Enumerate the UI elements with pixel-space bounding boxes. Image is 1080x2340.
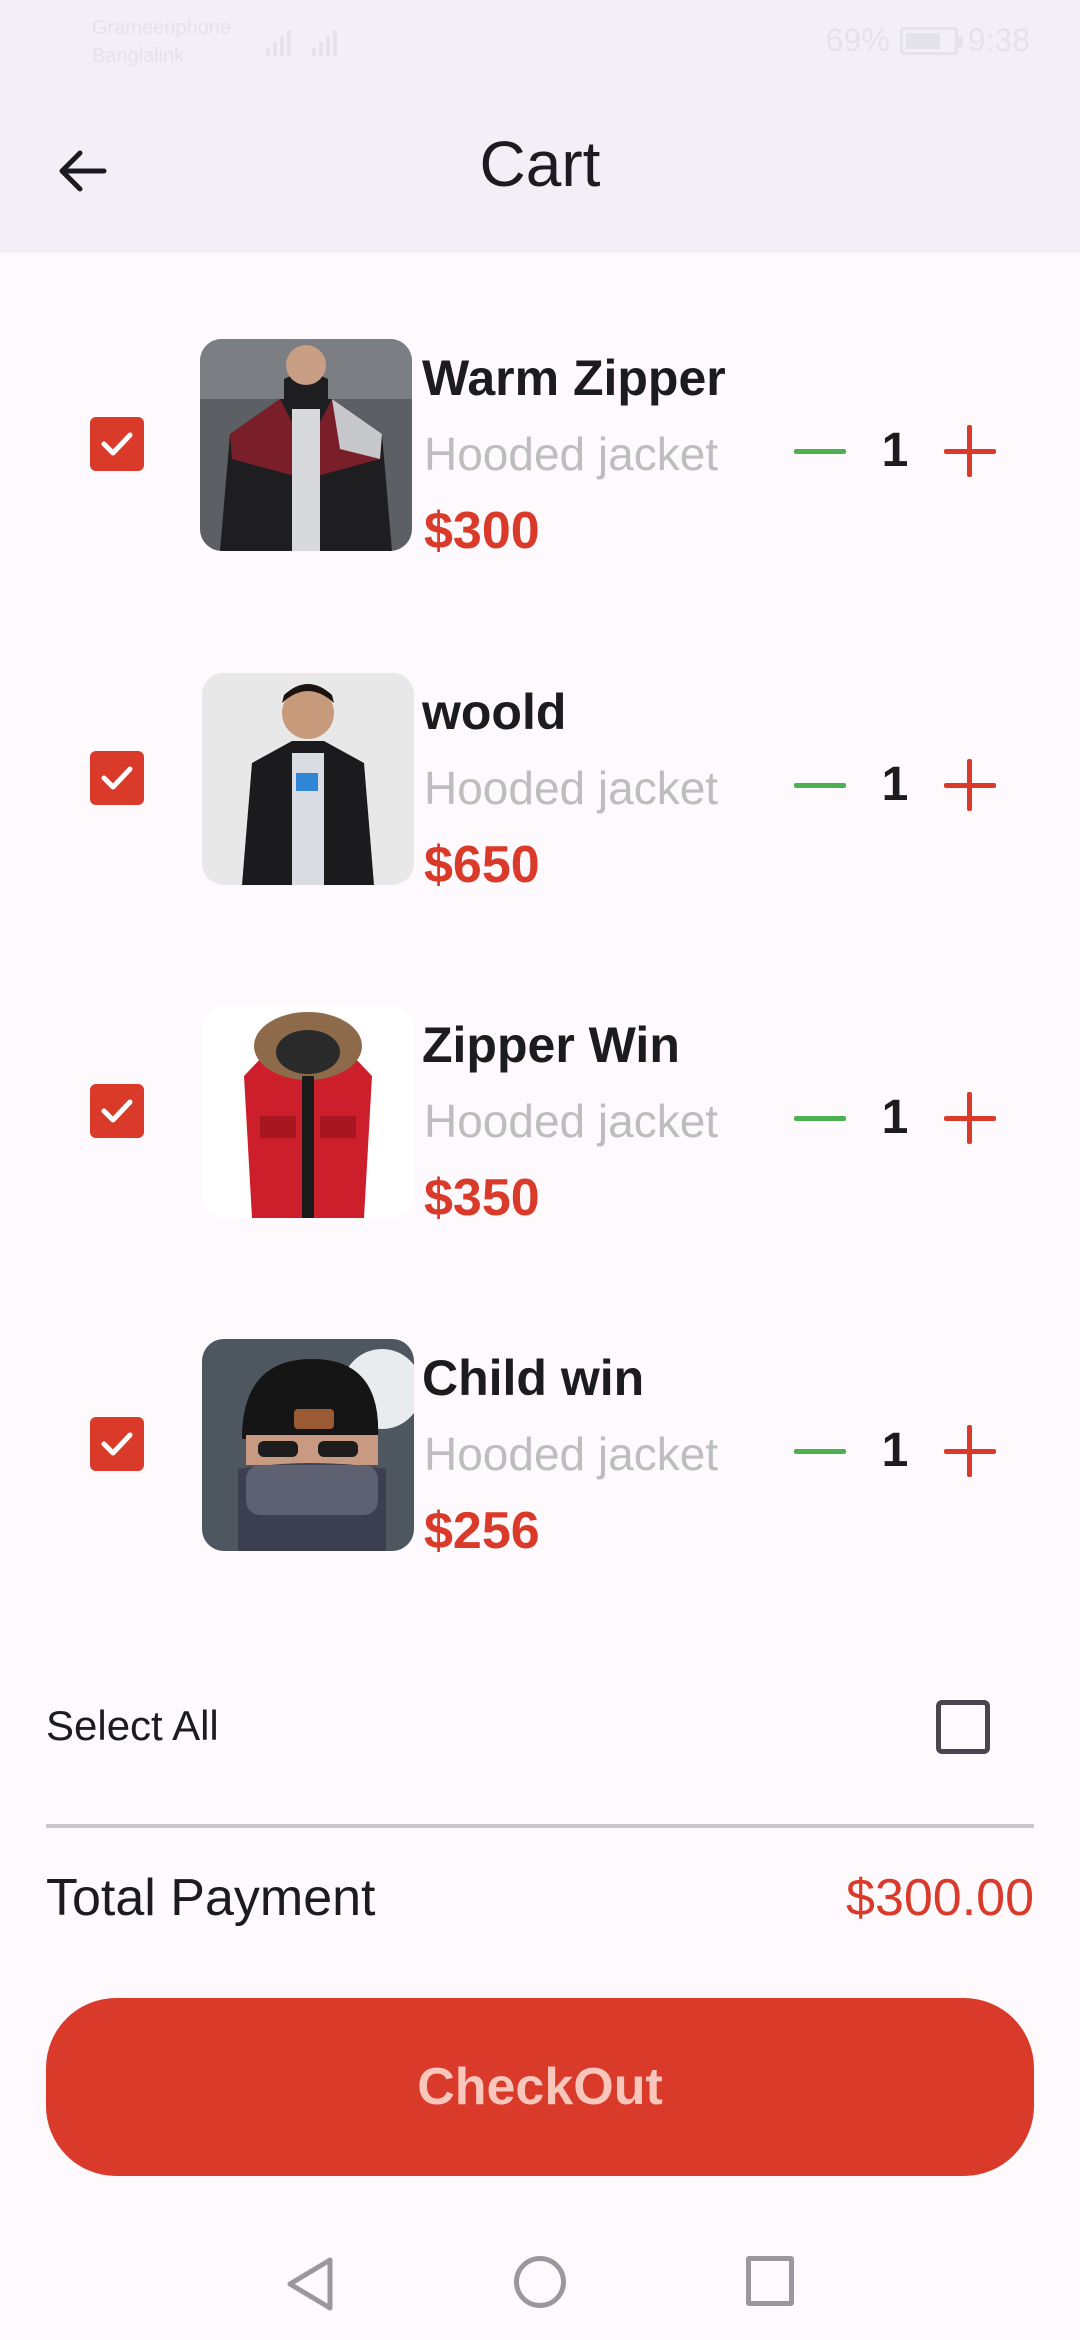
item-name: Child win [422, 1350, 645, 1406]
item-quantity: 1 [881, 1091, 909, 1144]
app-bar: Cart [0, 85, 1080, 253]
select-all-row: Select All [46, 1690, 1034, 1760]
product-image[interactable] [202, 1339, 414, 1551]
battery-percent: 69% [825, 22, 890, 58]
status-right: 69% 9:38 [826, 22, 1030, 59]
item-price: $350 [424, 1169, 540, 1227]
carrier-names: Grameenphone Banglalink [92, 14, 231, 70]
carrier-2: Banglalink [92, 45, 185, 67]
item-subtitle: Hooded jacket [424, 428, 719, 480]
checkout-label: CheckOut [417, 2058, 663, 2116]
item-checkbox[interactable] [90, 1084, 144, 1138]
product-image[interactable] [200, 339, 412, 551]
carrier-1: Grameenphone [92, 17, 231, 39]
item-checkbox[interactable] [90, 417, 144, 471]
checkmark-icon [101, 432, 133, 456]
increase-quantity-button[interactable] [942, 1090, 998, 1146]
system-nav-bar [0, 2230, 1080, 2340]
item-quantity: 1 [881, 1424, 909, 1477]
cart-item: Zipper Win Hooded jacket $350 1 [0, 1006, 1080, 1227]
checkout-button[interactable]: CheckOut [46, 1998, 1034, 2176]
item-name: Zipper Win [422, 1017, 680, 1073]
cart-item: woold Hooded jacket $650 1 [0, 673, 1080, 894]
total-label: Total Payment [46, 1869, 376, 1927]
item-price: $300 [424, 502, 540, 560]
item-name: Warm Zipper [422, 350, 726, 406]
total-value: $300.00 [846, 1869, 1034, 1927]
clock: 9:38 [967, 22, 1030, 58]
checkmark-icon [101, 1099, 133, 1123]
item-price: $650 [424, 836, 540, 894]
product-image[interactable] [202, 1006, 414, 1218]
red-parka-fur-hood-image [202, 1006, 414, 1218]
page-title: Cart [479, 128, 601, 200]
black-jacket-man-image [202, 673, 414, 885]
item-checkbox[interactable] [90, 751, 144, 805]
item-subtitle: Hooded jacket [424, 762, 719, 814]
increase-quantity-button[interactable] [942, 1423, 998, 1479]
cart-item: Child win Hooded jacket $256 1 [0, 1339, 1080, 1560]
decrease-quantity-button[interactable] [792, 1423, 848, 1479]
item-quantity: 1 [881, 424, 909, 477]
nav-back-icon[interactable] [280, 2252, 340, 2316]
item-name: woold [422, 684, 567, 740]
item-subtitle: Hooded jacket [424, 1095, 719, 1147]
checkmark-icon [101, 766, 133, 790]
cart-item: Warm Zipper Hooded jacket $300 1 [0, 339, 1080, 560]
select-all-label: Select All [46, 1702, 219, 1749]
battery-icon [899, 26, 963, 55]
signal-icon [266, 30, 337, 56]
divider [46, 1824, 1034, 1828]
item-subtitle: Hooded jacket [424, 1428, 719, 1480]
total-row: Total Payment $300.00 [46, 1860, 1034, 1930]
item-checkbox[interactable] [90, 1417, 144, 1471]
status-bar: Grameenphone Banglalink 69% 9:38 [0, 0, 1080, 85]
nav-recent-apps-icon[interactable] [746, 2256, 794, 2306]
nav-home-icon[interactable] [514, 2256, 566, 2308]
select-all-checkbox[interactable] [936, 1700, 990, 1754]
increase-quantity-button[interactable] [942, 757, 998, 813]
increase-quantity-button[interactable] [942, 423, 998, 479]
black-maroon-zip-jacket-image [200, 339, 412, 551]
item-price: $256 [424, 1502, 540, 1560]
product-image[interactable] [202, 673, 414, 885]
decrease-quantity-button[interactable] [792, 423, 848, 479]
decrease-quantity-button[interactable] [792, 757, 848, 813]
decrease-quantity-button[interactable] [792, 1090, 848, 1146]
item-quantity: 1 [881, 758, 909, 811]
knit-beanie-scarf-image [202, 1339, 414, 1551]
checkmark-icon [101, 1432, 133, 1456]
